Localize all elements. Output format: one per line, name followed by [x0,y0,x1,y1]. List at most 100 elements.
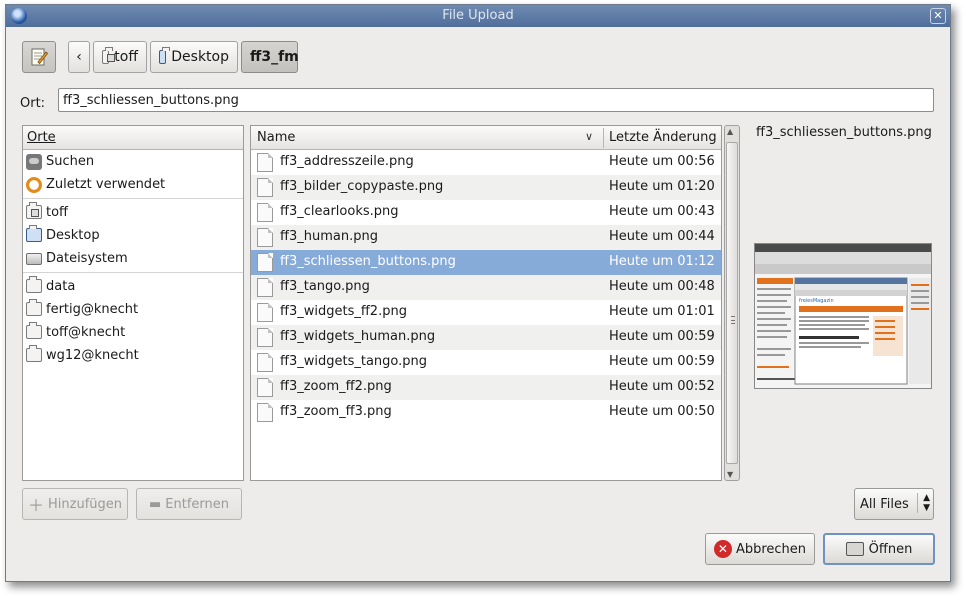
file-rows: ff3_addresszeile.png Heute um 00:56 ff3_bi… [251,150,721,425]
minus-icon: ▬ [148,496,162,512]
file-name: ff3_zoom_ff3.png [280,404,392,419]
file-name: ff3_human.png [280,229,378,244]
folder-icon [26,275,42,293]
remove-bookmark-label: Entfernen [165,496,229,512]
places-item-label: toff [46,205,69,220]
file-name: ff3_clearlooks.png [280,204,399,219]
file-row[interactable]: ff3_human.png Heute um 00:44 [251,225,721,250]
places-sidebar: Orte Suchen Zuletzt verwendet toff Deskt… [22,125,244,481]
image-file-icon [257,403,273,422]
file-row[interactable]: ff3_widgets_human.png Heute um 00:59 [251,325,721,350]
path-crumb-desktop[interactable]: Desktop [150,41,238,73]
drive-icon [26,252,42,265]
scrollbar-thumb[interactable] [726,142,738,464]
sort-chevron-down-icon[interactable]: ∨ [585,130,593,143]
cancel-button[interactable]: ✕ Abbrechen [705,533,815,565]
folder-icon [26,344,42,362]
file-modified-date: Heute um 01:01 [609,304,715,319]
open-label: Öffnen [868,541,913,557]
path-crumb-ff3-fm[interactable]: ff3_fm [241,41,299,73]
places-item-fertig-knecht[interactable]: fertig@knecht [23,298,243,321]
add-bookmark-button[interactable]: ＋ Hinzufügen [22,488,128,520]
places-item-data[interactable]: data [23,275,243,298]
grip-icon [731,316,735,324]
image-file-icon [257,278,273,297]
preview-thumbnail: freiesMagazin [754,243,932,389]
image-file-icon [257,328,273,347]
path-crumb-label: Desktop [171,49,229,65]
places-item-home[interactable]: toff [23,201,243,224]
column-divider[interactable] [603,128,604,148]
places-item-label: wg12@knecht [46,348,139,363]
places-item-desktop[interactable]: Desktop [23,224,243,247]
type-filename-toggle-button[interactable] [22,41,56,73]
file-row[interactable]: ff3_tango.png Heute um 00:48 [251,275,721,300]
preview-brand-text: freiesMagazin [799,298,834,304]
image-file-icon [257,228,273,247]
image-file-icon [257,353,273,372]
file-row[interactable]: ff3_bilder_copypaste.png Heute um 01:20 [251,175,721,200]
desktop-icon [26,224,42,242]
file-row[interactable]: ff3_widgets_tango.png Heute um 00:59 [251,350,721,375]
location-input[interactable] [58,88,934,112]
file-modified-date: Heute um 00:52 [609,379,715,394]
file-name: ff3_zoom_ff2.png [280,379,392,394]
file-type-filter-select[interactable]: All Files ▲ ▼ [854,488,934,520]
places-item-toff-knecht[interactable]: toff@knecht [23,321,243,344]
chevron-up-down-icon: ▲ ▼ [917,493,930,513]
preview-filename: ff3_schliessen_buttons.png [756,125,932,140]
path-crumb-toff[interactable]: toff [93,41,147,73]
file-list-header: Name ∨ Letzte Änderung [251,126,721,150]
column-header-modified[interactable]: Letzte Änderung [609,130,717,145]
home-folder-icon [26,201,42,219]
places-item-label: Dateisystem [46,251,128,266]
file-modified-date: Heute um 00:59 [609,329,715,344]
places-item-search[interactable]: Suchen [23,150,243,173]
home-folder-icon [102,47,116,64]
folder-icon [26,321,42,339]
image-file-icon [257,203,273,222]
file-row[interactable]: ff3_schliessen_buttons.png Heute um 01:12 [251,250,721,275]
column-header-name[interactable]: Name [257,130,295,145]
window-title: File Upload [442,8,514,23]
file-modified-date: Heute um 00:44 [609,229,715,244]
title-bar[interactable]: File Upload ✕ [6,5,950,27]
remove-bookmark-button[interactable]: ▬ Entfernen [136,488,242,520]
scroll-down-icon[interactable]: ▼ [727,470,733,479]
file-modified-date: Heute um 01:20 [609,179,715,194]
places-separator [23,198,243,199]
image-file-icon [257,153,273,172]
file-list: Name ∨ Letzte Änderung ff3_addresszeile.… [250,125,722,481]
file-row[interactable]: ff3_zoom_ff3.png Heute um 00:50 [251,400,721,425]
places-item-label: Suchen [46,154,95,169]
file-list-scrollbar[interactable]: ▲ ▼ [724,125,740,481]
file-modified-date: Heute um 00:43 [609,204,715,219]
file-row[interactable]: ff3_zoom_ff2.png Heute um 00:52 [251,375,721,400]
places-item-filesystem[interactable]: Dateisystem [23,247,243,270]
path-back-button[interactable]: ‹ [68,41,90,73]
places-item-label: data [46,279,76,294]
path-crumb-label: toff [114,49,138,65]
open-button[interactable]: Öffnen [823,533,935,565]
clock-icon [26,176,42,193]
file-name: ff3_tango.png [280,279,370,294]
app-icon[interactable] [11,8,27,24]
file-modified-date: Heute um 00:50 [609,404,715,419]
desktop-icon [159,47,171,64]
file-upload-dialog: File Upload ✕ ‹ toff Desktop ff3_fm Ort:… [5,4,951,582]
file-modified-date: Heute um 00:59 [609,354,715,369]
places-item-recent[interactable]: Zuletzt verwendet [23,173,243,196]
chevron-left-icon: ‹ [76,49,82,65]
file-name: ff3_schliessen_buttons.png [280,254,456,269]
cancel-icon: ✕ [713,540,732,558]
file-row[interactable]: ff3_addresszeile.png Heute um 00:56 [251,150,721,175]
places-item-wg12-knecht[interactable]: wg12@knecht [23,344,243,367]
file-row[interactable]: ff3_widgets_ff2.png Heute um 01:01 [251,300,721,325]
places-header[interactable]: Orte [23,126,243,150]
scroll-up-icon[interactable]: ▲ [727,127,733,136]
folder-icon [26,298,42,316]
close-icon[interactable]: ✕ [930,8,946,24]
file-modified-date: Heute um 00:48 [609,279,715,294]
file-name: ff3_widgets_ff2.png [280,304,407,319]
file-row[interactable]: ff3_clearlooks.png Heute um 00:43 [251,200,721,225]
